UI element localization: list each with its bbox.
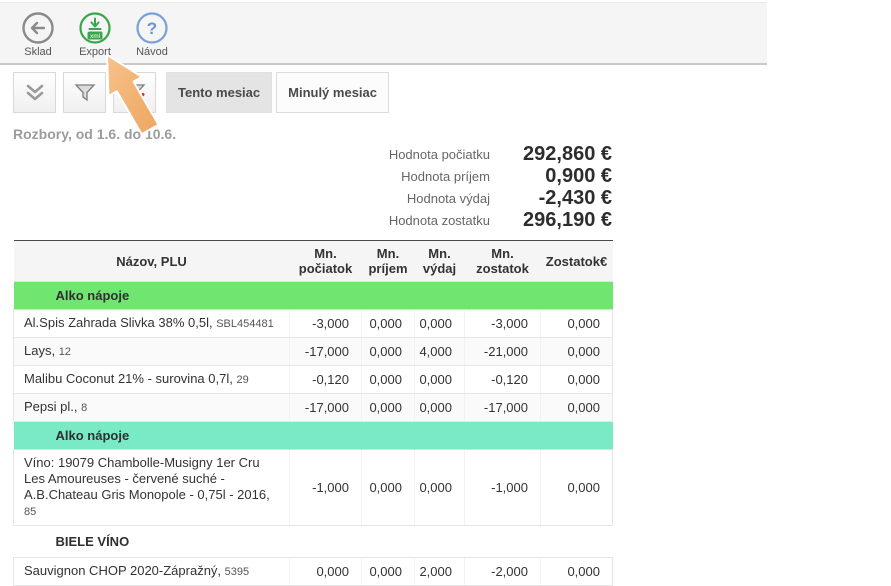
stock-table: Názov, PLU Mn. počiatok Mn. príjem Mn. v… [13,240,613,586]
help-icon: ? [135,11,169,45]
product-value: 0,000 [362,338,415,366]
product-name: Víno: 19079 Chambolle-Musigny 1er Cru Le… [24,455,270,502]
product-value: 0,000 [362,366,415,394]
navod-button[interactable]: ? Návod [126,11,178,58]
col-nazov-plu: Názov, PLU [14,241,290,282]
product-value: 0,000 [415,394,465,422]
product-name: Al.Spis Zahrada Slivka 38% 0,5l, [24,315,216,330]
product-value: 0,000 [541,366,613,394]
product-value: -1,000 [465,450,541,526]
subcategory-row: BIELE VÍNO [14,526,613,558]
product-value: -3,000 [290,310,362,338]
main-toolbar: Sklad xml Export ? Návod [0,2,767,65]
product-name: Pepsi pl., [24,399,81,414]
back-arrow-icon [21,11,55,45]
filter-icon [73,81,97,105]
product-plu: 8 [81,402,87,414]
summary-value: 0,900 € [490,165,612,188]
category-row: Alko nápoje [14,282,613,310]
product-value: 0,000 [362,310,415,338]
product-value: 0,000 [541,450,613,526]
product-value: -0,120 [290,366,362,394]
product-value: 0,000 [362,558,415,586]
product-value: 0,000 [362,394,415,422]
table-header-row: Názov, PLU Mn. počiatok Mn. príjem Mn. v… [14,241,613,282]
product-plu: 85 [24,506,36,518]
summary-label: Hodnota výdaj [407,191,490,206]
summary-value: 292,860 € [490,143,612,166]
summary-row: Hodnota príjem 0,900 € [280,165,612,187]
collapse-button[interactable] [13,72,56,113]
product-value: -3,000 [465,310,541,338]
product-value: -0,120 [465,366,541,394]
product-value: -17,000 [465,394,541,422]
table-row: Pepsi pl., 8 -17,000 0,000 0,000 -17,000… [14,394,613,422]
report-title: Rozbory, od 1.6. do 10.6. [13,126,176,142]
subcategory-label: BIELE VÍNO [56,534,130,549]
summary-label: Hodnota príjem [401,169,490,184]
product-value: 0,000 [362,450,415,526]
product-plu: 29 [236,374,248,386]
product-name: Lays, [24,343,59,358]
category-row: Alko nápoje [14,422,613,450]
product-value: 0,000 [415,450,465,526]
product-value: 0,000 [415,310,465,338]
col-mn-zostatok: Mn. zostatok [465,241,541,282]
product-value: 0,000 [541,338,613,366]
col-mn-prijem: Mn. príjem [362,241,415,282]
svg-text:?: ? [147,19,157,38]
product-value: -17,000 [290,394,362,422]
product-value: -1,000 [290,450,362,526]
product-name: Malibu Coconut 21% - surovina 0,7l, [24,371,236,386]
col-mn-vydaj: Mn. výdaj [415,241,465,282]
col-mn-pociatok: Mn. počiatok [290,241,362,282]
stock-table-body: Alko nápoje Al.Spis Zahrada Slivka 38% 0… [14,282,613,586]
product-value: 4,000 [415,338,465,366]
category-label: Alko nápoje [56,288,130,303]
product-value: 0,000 [415,366,465,394]
product-value: -21,000 [465,338,541,366]
product-value: -2,000 [465,558,541,586]
table-row: Sauvignon CHOP 2020-Zápražný, 5395 0,000… [14,558,613,586]
filter-clear-button[interactable] [113,72,156,113]
sklad-label: Sklad [24,46,52,58]
summary-label: Hodnota zostatku [389,213,490,228]
category-label: Alko nápoje [56,428,130,443]
table-row: Víno: 19079 Chambolle-Musigny 1er Cru Le… [14,450,613,526]
product-value: 0,000 [541,310,613,338]
export-label: Export [79,46,111,58]
table-row: Al.Spis Zahrada Slivka 38% 0,5l, SBL4544… [14,310,613,338]
this-month-button[interactable]: Tento mesiac [166,72,272,113]
sklad-button[interactable]: Sklad [12,11,64,58]
filter-button[interactable] [63,72,106,113]
product-value: 0,000 [541,558,613,586]
filter-clear-icon [123,81,147,105]
summary-block: Hodnota počiatku 292,860 € Hodnota príje… [280,143,612,231]
summary-value: -2,430 € [490,187,612,210]
summary-row: Hodnota zostatku 296,190 € [280,209,612,231]
summary-row: Hodnota výdaj -2,430 € [280,187,612,209]
svg-text:xml: xml [90,33,101,40]
filter-bar: Tento mesiac Minulý mesiac [13,72,389,113]
product-value: 0,000 [541,394,613,422]
export-xml-icon: xml [78,11,112,45]
product-value: 0,000 [290,558,362,586]
last-month-button[interactable]: Minulý mesiac [276,72,389,113]
product-value: 2,000 [415,558,465,586]
product-plu: 5395 [225,566,249,578]
summary-label: Hodnota počiatku [389,147,490,162]
product-value: -17,000 [290,338,362,366]
col-zostatok-eur: Zostatok€ [541,241,613,282]
summary-row: Hodnota počiatku 292,860 € [280,143,612,165]
export-button[interactable]: xml Export [69,11,121,58]
table-row: Malibu Coconut 21% - surovina 0,7l, 29 -… [14,366,613,394]
product-plu: 12 [59,346,71,358]
summary-value: 296,190 € [490,209,612,232]
navod-label: Návod [136,46,168,58]
table-row: Lays, 12 -17,000 0,000 4,000 -21,000 0,0… [14,338,613,366]
product-plu: SBL454481 [216,318,274,330]
double-chevron-down-icon [23,81,47,105]
